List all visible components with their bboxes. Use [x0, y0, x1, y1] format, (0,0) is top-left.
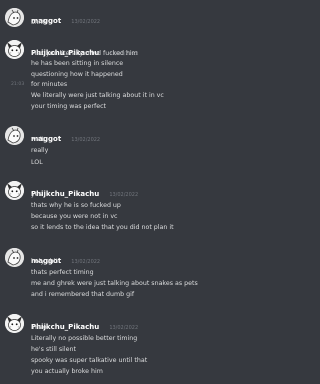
message-text: We literally were just talking about it …	[31, 92, 164, 99]
message-text: yes	[31, 191, 42, 198]
message-text: really	[31, 147, 49, 154]
message-text: holy shit	[31, 258, 58, 265]
chat-message-list: maggot 13/02/2022 shhh Phijkchu_Pikachu …	[0, 0, 271, 384]
message-text: he's still silent	[31, 346, 76, 353]
message-text: and i remembered that dumb gif	[31, 291, 135, 298]
message-text: your timing was perfect	[31, 103, 107, 110]
message-text: me and ghrek were just talking about sna…	[31, 280, 198, 287]
message-text: LOL	[31, 159, 43, 166]
message-text: Max you literally mind fucked him	[31, 50, 138, 57]
message-text: wait	[31, 136, 45, 143]
message-text: you actually broke him	[31, 368, 103, 375]
message-text: so it lends to the idea that you did not…	[31, 224, 174, 231]
pikachu-avatar-icon[interactable]	[5, 40, 24, 59]
message-text: he has been sitting in silence	[31, 60, 124, 67]
white-cartoon-avatar-icon[interactable]	[5, 8, 24, 27]
message-text: because you were not in vc	[31, 213, 118, 220]
message-text: lmao	[31, 324, 47, 331]
message-text: for minutes	[31, 81, 68, 88]
message-text: spooky was super talkative until that	[31, 357, 148, 364]
message-text: thats perfect timing	[31, 269, 94, 276]
message-timestamp: 13/02/2022	[71, 259, 101, 265]
message-text: thats why he is so fucked up	[31, 202, 121, 209]
hover-timestamp: 21:03	[11, 82, 25, 87]
message-timestamp: 13/02/2022	[109, 192, 139, 198]
message-text: questioning how it happened	[31, 71, 123, 78]
white-cartoon-avatar-icon[interactable]	[5, 126, 24, 145]
message-text: Literally no possible better timing	[31, 335, 138, 342]
pikachu-avatar-icon[interactable]	[5, 314, 24, 333]
message-timestamp: 13/02/2022	[71, 19, 101, 25]
pikachu-avatar-icon[interactable]	[5, 181, 24, 200]
white-cartoon-avatar-icon[interactable]	[5, 248, 24, 267]
message-timestamp: 13/02/2022	[109, 325, 139, 331]
message-header: Phijkchu_Pikachu 13/02/2022	[31, 181, 138, 198]
message-timestamp: 13/02/2022	[71, 137, 101, 143]
message-text: shhh	[31, 19, 47, 26]
message-header: Phijkchu_Pikachu 13/02/2022	[31, 314, 138, 331]
